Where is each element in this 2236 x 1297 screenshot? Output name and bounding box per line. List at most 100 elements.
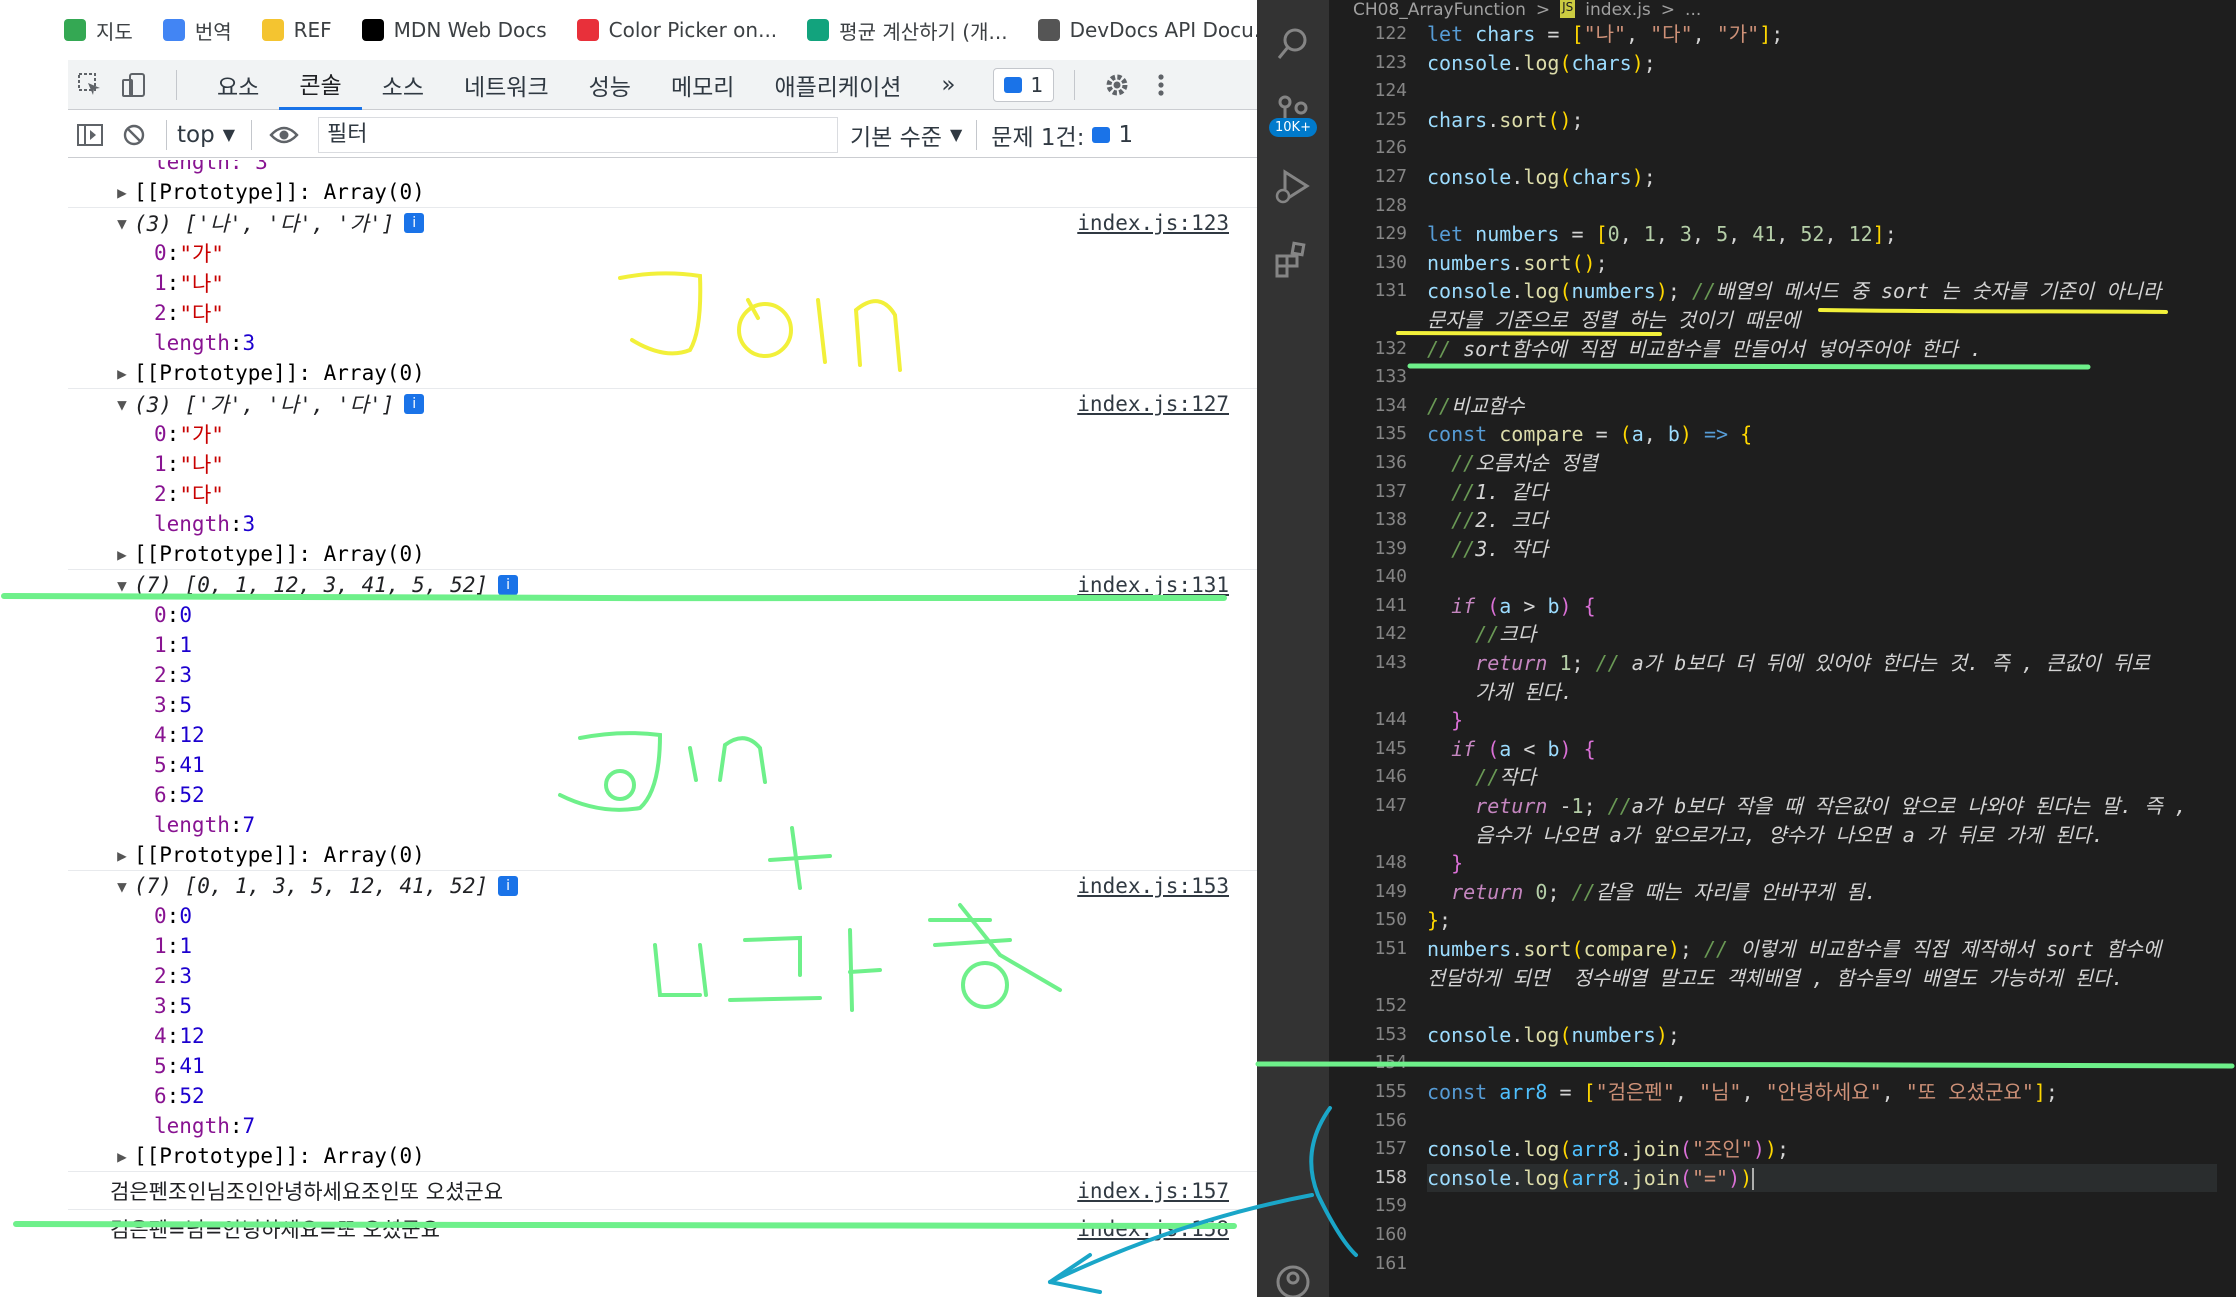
prototype-row[interactable]: ▶ [[Prototype]]: Array(0) xyxy=(68,358,1257,388)
code-line[interactable]: console.log(arr8.join("조인")); xyxy=(1427,1135,2217,1164)
tab-6[interactable]: 애플리케이션 xyxy=(754,60,921,110)
code-line[interactable] xyxy=(1427,1250,2217,1279)
breadcrumb-segment[interactable]: > xyxy=(1536,0,1550,20)
array-preview-row[interactable]: ▼ (7) [0, 1, 3, 5, 12, 41, 52] i index.js:1… xyxy=(68,871,1257,901)
expand-arrow-icon[interactable]: ▶ xyxy=(110,1147,134,1166)
issues-counter-button[interactable]: 1 xyxy=(993,67,1055,102)
prototype-row[interactable]: ▶ [[Prototype]]: Array(0) xyxy=(68,840,1257,870)
tab-2[interactable]: 소스 xyxy=(362,60,444,110)
expand-arrow-icon[interactable]: ▶ xyxy=(110,364,134,383)
log-level-selector[interactable]: 기본 수준 ▼ xyxy=(850,118,962,152)
bookmark-item[interactable]: 평균 계산하기 (개... xyxy=(807,16,1008,45)
collapse-arrow-icon[interactable]: ▼ xyxy=(110,395,134,414)
breadcrumb-segment[interactable]: index.js xyxy=(1585,0,1651,20)
array-preview-row[interactable]: ▼ (7) [0, 1, 12, 3, 41, 5, 52] i index.js:1… xyxy=(68,570,1257,600)
extensions-icon[interactable] xyxy=(1273,240,1313,280)
collapse-arrow-icon[interactable]: ▼ xyxy=(110,576,134,595)
tab-1[interactable]: 콘솔 xyxy=(279,60,362,110)
bookmark-item[interactable]: Color Picker on... xyxy=(576,18,777,42)
code-line[interactable]: const compare = (a, b) => { xyxy=(1427,420,2217,449)
kebab-menu-icon[interactable] xyxy=(1139,63,1183,107)
code-line[interactable]: 가게 된다. xyxy=(1427,678,2217,707)
code-line[interactable]: if (a < b) { xyxy=(1427,735,2217,764)
code-line[interactable]: numbers.sort(); xyxy=(1427,249,2217,278)
code-line[interactable]: let chars = ["나", "다", "가"]; xyxy=(1427,20,2217,49)
code-line[interactable]: //3. 작다 xyxy=(1427,535,2217,564)
code-line[interactable]: //작다 xyxy=(1427,763,2217,792)
source-link[interactable]: index.js:157 xyxy=(1077,1172,1229,1209)
code-line[interactable]: }; xyxy=(1427,906,2217,935)
prototype-row[interactable]: ▶ [[Prototype]]: Array(0) xyxy=(68,177,1257,207)
expand-arrow-icon[interactable]: ▶ xyxy=(110,545,134,564)
code-line[interactable]: 음수가 나오면 a가 앞으로가고, 양수가 나오면 a 가 뒤로 가게 된다. xyxy=(1427,821,2217,850)
code-line[interactable]: //오름차순 정렬 xyxy=(1427,449,2217,478)
code-line[interactable]: chars.sort(); xyxy=(1427,106,2217,135)
breadcrumb-segment[interactable]: JS xyxy=(1560,0,1576,18)
context-selector[interactable]: top ▼ xyxy=(177,122,235,148)
expand-arrow-icon[interactable]: ▶ xyxy=(110,846,134,865)
code-line[interactable]: //비교함수 xyxy=(1427,392,2217,421)
more-tabs-button[interactable]: » xyxy=(921,60,975,110)
code-line[interactable]: } xyxy=(1427,849,2217,878)
tab-3[interactable]: 네트워크 xyxy=(444,60,569,110)
breadcrumb-segment[interactable]: ... xyxy=(1685,0,1701,20)
collapse-arrow-icon[interactable]: ▼ xyxy=(110,877,134,896)
bookmark-item[interactable]: 지도 xyxy=(64,16,133,45)
source-link[interactable]: index.js:127 xyxy=(1077,389,1229,419)
bookmark-item[interactable]: MDN Web Docs xyxy=(361,18,547,42)
code-line[interactable]: //2. 크다 xyxy=(1427,506,2217,535)
device-toggle-icon[interactable] xyxy=(112,63,156,107)
code-line[interactable]: console.log(chars); xyxy=(1427,49,2217,78)
code-line[interactable]: //크다 xyxy=(1427,620,2217,649)
sidebar-toggle-icon[interactable] xyxy=(68,113,112,157)
code-line[interactable]: console.log(chars); xyxy=(1427,163,2217,192)
code-line[interactable]: let numbers = [0, 1, 3, 5, 41, 52, 12]; xyxy=(1427,220,2217,249)
code-line[interactable]: console.log(arr8.join("=")) xyxy=(1427,1163,2217,1193)
array-preview-row[interactable]: ▼ (3) ['가', '나', '다'] i index.js:127 xyxy=(68,389,1257,419)
code-line[interactable]: console.log(numbers); //배열의 메서드 중 sort 는… xyxy=(1427,277,2217,306)
tab-4[interactable]: 성능 xyxy=(569,60,651,110)
code-line[interactable] xyxy=(1427,363,2217,392)
account-icon[interactable] xyxy=(1273,1262,1313,1297)
search-icon[interactable] xyxy=(1273,24,1313,64)
code-line[interactable]: } xyxy=(1427,706,2217,735)
code-line[interactable] xyxy=(1427,563,2217,592)
code-line[interactable]: 문자를 기준으로 정렬 하는 것이기 때문에 xyxy=(1427,306,2217,335)
code-line[interactable]: return 0; //같을 때는 자리를 안바꾸게 됨. xyxy=(1427,878,2217,907)
inspect-element-icon[interactable] xyxy=(68,63,112,107)
bookmark-item[interactable]: 번역 xyxy=(162,16,232,45)
source-link[interactable]: index.js:123 xyxy=(1077,208,1229,238)
gear-icon[interactable] xyxy=(1095,63,1139,107)
code-line[interactable]: return 1; // a가 b보다 더 뒤에 있어야 한다는 것. 즉 , … xyxy=(1427,649,2217,678)
code-line[interactable] xyxy=(1427,1221,2217,1250)
filter-input[interactable] xyxy=(318,116,839,153)
code-line[interactable]: console.log(numbers); xyxy=(1427,1021,2217,1050)
tab-5[interactable]: 메모리 xyxy=(651,60,754,110)
collapse-arrow-icon[interactable]: ▼ xyxy=(110,214,134,233)
breadcrumb-segment[interactable]: CH08_ArrayFunction xyxy=(1353,0,1526,20)
code-line[interactable] xyxy=(1427,1107,2217,1136)
eye-icon[interactable] xyxy=(262,113,306,157)
clear-console-icon[interactable] xyxy=(112,113,156,157)
code-line[interactable] xyxy=(1427,1049,2217,1078)
code-line[interactable]: 전달하게 되면 정수배열 말고도 객체배열 , 함수들의 배열도 가능하게 된다… xyxy=(1427,964,2217,993)
bookmark-item[interactable]: DevDocs API Docu... xyxy=(1037,18,1257,42)
array-preview-row[interactable]: ▼ (3) ['나', '다', '가'] i index.js:123 xyxy=(68,208,1257,238)
tab-0[interactable]: 요소 xyxy=(197,60,279,110)
issues-link[interactable]: 문제 1건: 1 xyxy=(991,118,1133,152)
code-line[interactable] xyxy=(1427,77,2217,106)
run-debug-icon[interactable] xyxy=(1273,166,1313,206)
code-line[interactable]: //1. 같다 xyxy=(1427,478,2217,507)
code-line[interactable]: numbers.sort(compare); // 이렇게 비교함수를 직접 제… xyxy=(1427,935,2217,964)
breadcrumb-segment[interactable]: > xyxy=(1661,0,1675,20)
code-line[interactable]: // sort함수에 직접 비교함수를 만들어서 넣어주어야 한다 . xyxy=(1427,335,2217,364)
source-link[interactable]: index.js:153 xyxy=(1077,871,1229,901)
source-link[interactable]: index.js:158 xyxy=(1077,1210,1229,1247)
code-line[interactable]: return -1; //a가 b보다 작을 때 작은값이 앞으로 나와야 된다… xyxy=(1427,792,2217,821)
code-line[interactable] xyxy=(1427,134,2217,163)
code-line[interactable] xyxy=(1427,1192,2217,1221)
code-line[interactable]: const arr8 = ["검은펜", "님", "안녕하세요", "또 오셨… xyxy=(1427,1078,2217,1107)
expand-arrow-icon[interactable]: ▶ xyxy=(110,183,134,202)
source-link[interactable]: index.js:131 xyxy=(1077,570,1229,600)
code-line[interactable] xyxy=(1427,192,2217,221)
